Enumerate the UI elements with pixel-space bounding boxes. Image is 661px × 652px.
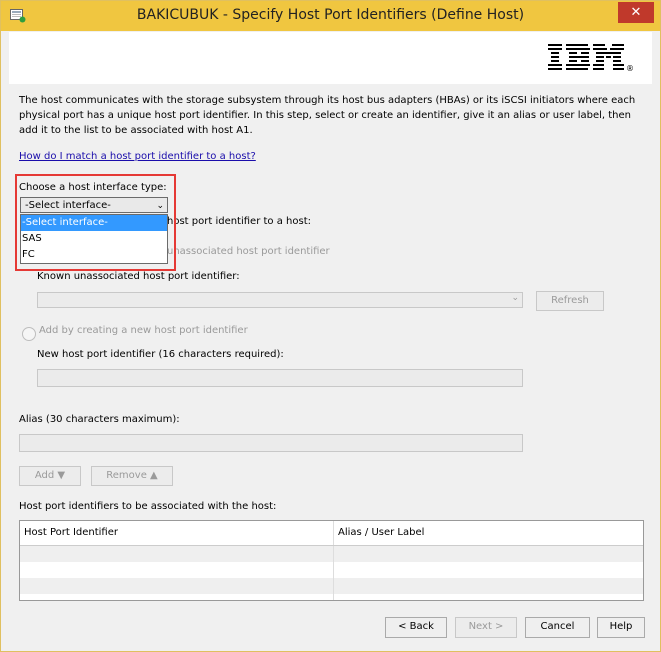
option-fc[interactable]: FC [21, 247, 167, 263]
known-identifier-label: Known unassociated host port identifier: [37, 271, 240, 282]
chevron-down-icon: ⌄ [511, 293, 519, 303]
chevron-down-icon: ⌄ [156, 201, 164, 211]
dialog-content: The host communicates with the storage s… [9, 84, 652, 638]
known-identifier-combo[interactable]: ⌄ [37, 292, 523, 308]
interface-dropdown-list[interactable]: -Select interface- SAS FC [20, 214, 168, 264]
dialog-window: BAKICUBUK - Specify Host Port Identifier… [0, 0, 661, 652]
intro-text: The host communicates with the storage s… [19, 95, 636, 136]
option-sas[interactable]: SAS [21, 231, 167, 247]
option-select-interface[interactable]: -Select interface- [21, 215, 167, 231]
add-button[interactable]: Add ▼ [19, 466, 81, 486]
new-identifier-input[interactable] [37, 369, 523, 387]
column-header-identifier[interactable]: Host Port Identifier [24, 527, 118, 538]
table-row [20, 546, 643, 562]
help-link[interactable]: How do I match a host port identifier to… [19, 151, 256, 162]
interface-type-select[interactable]: -Select interface- ⌄ [20, 197, 168, 213]
close-button[interactable]: ✕ [618, 2, 654, 23]
interface-selected-value: -Select interface- [25, 200, 111, 211]
host-port-table[interactable]: Host Port Identifier Alias / User Label [19, 520, 644, 601]
alias-input[interactable] [19, 434, 523, 452]
new-identifier-label: New host port identifier (16 characters … [37, 349, 284, 360]
method-label-fragment: host port identifier to a host: [167, 216, 311, 227]
remove-button[interactable]: Remove ▲ [91, 466, 173, 486]
window-title: BAKICUBUK - Specify Host Port Identifier… [136, 7, 525, 23]
logo-mark: ® [626, 64, 634, 73]
ibm-logo: ® [548, 44, 634, 73]
header-banner: ® [9, 32, 652, 84]
alias-label: Alias (30 characters maximum): [19, 414, 180, 425]
table-row [20, 578, 643, 594]
list-label: Host port identifiers to be associated w… [19, 501, 277, 512]
known-option-fragment: unassociated host port identifier [167, 246, 330, 257]
table-row [20, 562, 643, 578]
refresh-button[interactable]: Refresh [536, 291, 604, 311]
table-header: Host Port Identifier Alias / User Label [20, 521, 643, 546]
column-header-alias[interactable]: Alias / User Label [338, 527, 424, 538]
radio-new-identifier[interactable] [22, 327, 36, 341]
interface-type-label: Choose a host interface type: [19, 182, 167, 193]
new-identifier-radio-label: Add by creating a new host port identifi… [39, 325, 248, 336]
cancel-button[interactable]: Cancel [525, 617, 590, 638]
back-button[interactable]: < Back [385, 617, 447, 638]
help-button[interactable]: Help [597, 617, 645, 638]
next-button[interactable]: Next > [455, 617, 517, 638]
title-bar[interactable]: BAKICUBUK - Specify Host Port Identifier… [1, 1, 660, 31]
